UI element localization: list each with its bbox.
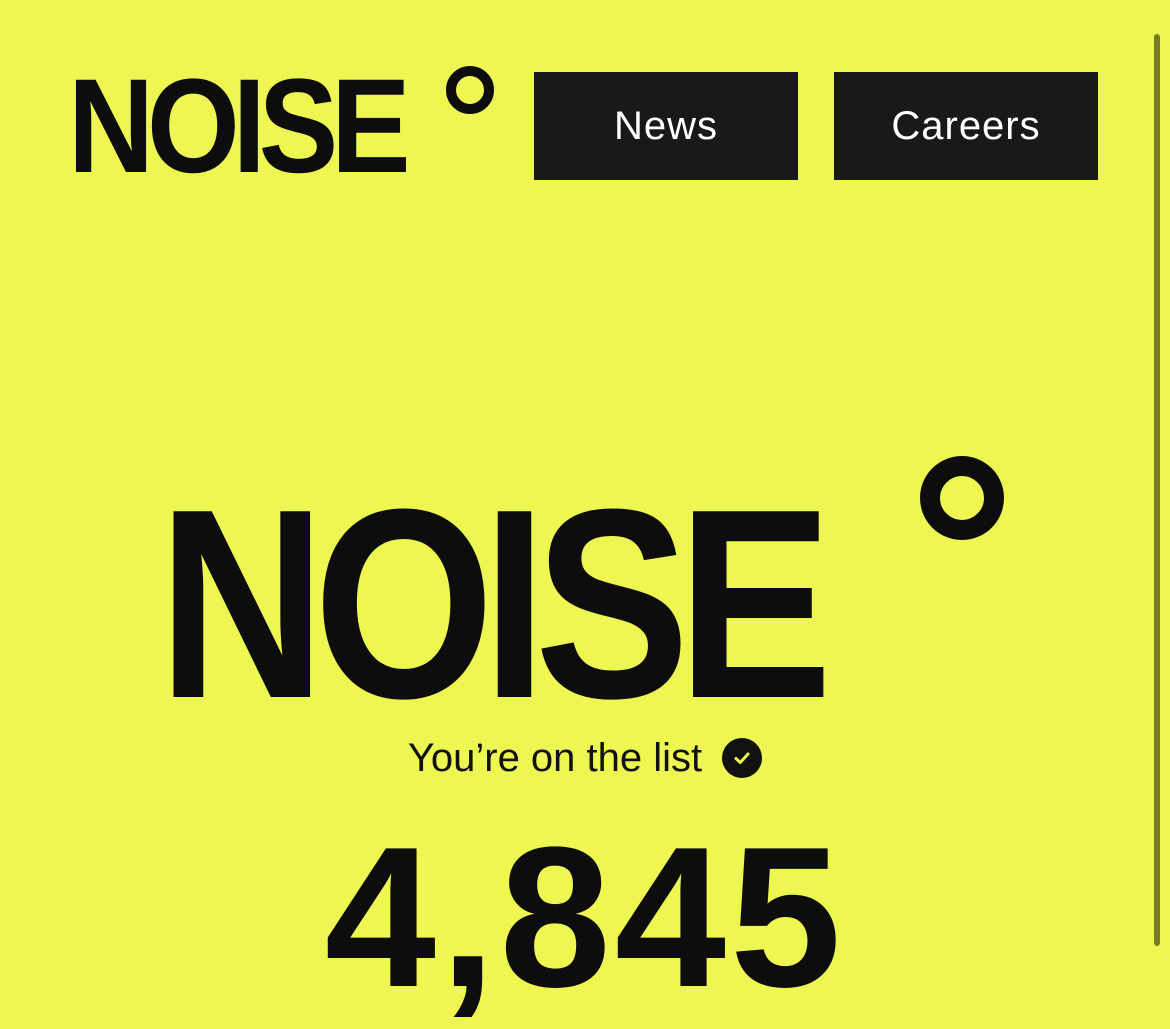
header-logo[interactable]: NOISE <box>68 60 445 194</box>
logo-degree-mark-large <box>920 456 1004 540</box>
logo-degree-mark-small <box>446 66 494 114</box>
waitlist-count: 4,845 <box>324 806 846 1029</box>
waitlist-status-text: You’re on the list <box>407 735 703 780</box>
waitlist-status: You’re on the list <box>0 730 1170 786</box>
header-logo-text: NOISE <box>68 52 411 201</box>
hero-logo-text: NOISE <box>158 454 832 755</box>
nav-careers-button[interactable]: Careers <box>834 72 1098 180</box>
scrollbar[interactable] <box>1154 34 1160 946</box>
check-circle-icon <box>722 738 763 778</box>
nav-news-button[interactable]: News <box>534 72 798 180</box>
hero-logo: NOISE <box>158 470 928 740</box>
